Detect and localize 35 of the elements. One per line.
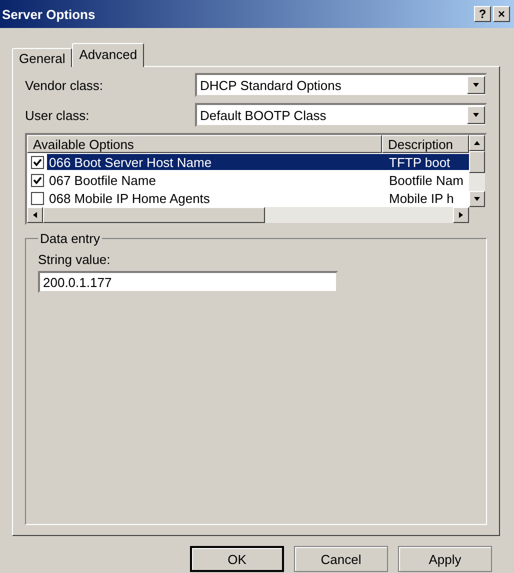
user-class-label: User class: xyxy=(25,108,90,122)
checkbox[interactable] xyxy=(31,192,44,204)
option-description: Mobile IP h xyxy=(388,190,455,206)
dialog-button[interactable]: Cancel xyxy=(294,546,388,572)
vendor-class-label: Vendor class: xyxy=(25,78,104,92)
string-value-label: String value: xyxy=(38,252,112,267)
checkbox[interactable] xyxy=(31,174,44,186)
vertical-scrollbar[interactable] xyxy=(469,135,485,207)
help-button[interactable]: ? xyxy=(474,6,491,22)
tab[interactable]: Advanced xyxy=(72,43,144,67)
tab[interactable]: General xyxy=(12,48,72,67)
close-button[interactable]: × xyxy=(493,6,510,22)
option-name[interactable]: 067 Bootfile Name xyxy=(47,172,387,188)
option-name[interactable]: 066 Boot Server Host Name xyxy=(47,154,387,170)
user-class-dropdown[interactable]: Default BOOTP Class xyxy=(195,103,487,127)
option-description: TFTP boot xyxy=(387,154,469,170)
option-name[interactable]: 068 Mobile IP Home Agents xyxy=(47,190,387,206)
column-header[interactable]: Description xyxy=(382,135,469,153)
column-header[interactable]: Available Options xyxy=(27,135,382,153)
string-value-field[interactable]: 200.0.1.177 xyxy=(38,271,338,293)
checkbox[interactable] xyxy=(31,156,44,168)
vendor-class-dropdown[interactable]: DHCP Standard Options xyxy=(195,73,487,97)
left-arrow-icon xyxy=(31,211,39,219)
option-description: Bootfile Nam xyxy=(388,172,464,188)
right-arrow-icon xyxy=(457,211,465,219)
group-title: Data entry xyxy=(39,231,101,246)
dialog-button[interactable]: Apply xyxy=(398,546,492,572)
window-title: Server Options xyxy=(2,6,96,22)
down-arrow-icon xyxy=(472,111,480,119)
dialog-button[interactable]: OK xyxy=(190,546,284,572)
down-arrow-icon xyxy=(472,81,480,89)
options-list[interactable]: Available Options Description 066 Boot Server Host Name TFTP boot 067 Bootfile Name Bootfile Nam 068 Mobile IP Home Agents Mobile IP h xyxy=(25,133,487,225)
horizontal-scrollbar[interactable] xyxy=(27,207,485,223)
up-arrow-icon xyxy=(473,139,481,147)
down-arrow-icon xyxy=(473,195,481,203)
